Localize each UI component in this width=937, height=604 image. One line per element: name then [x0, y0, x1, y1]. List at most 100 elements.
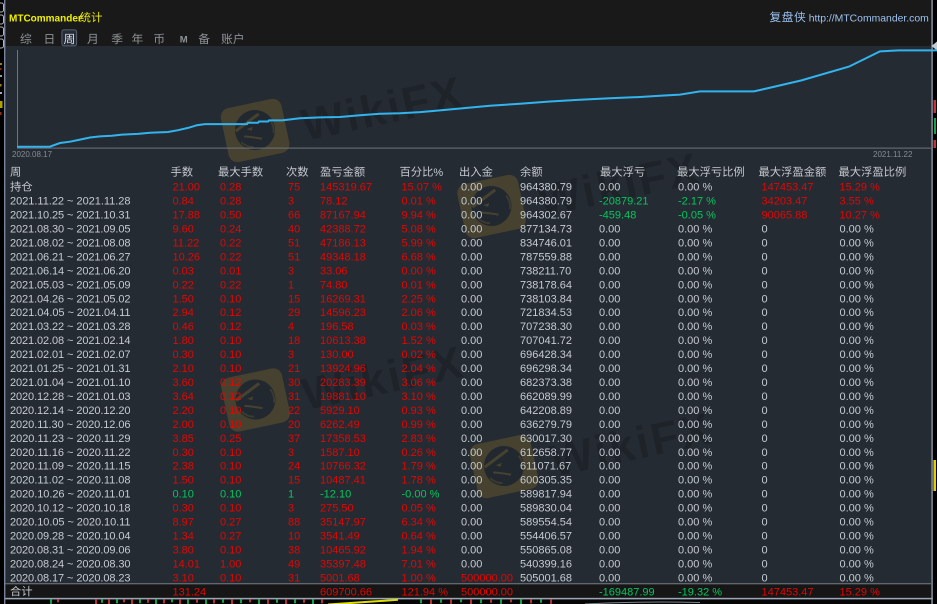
svg-text:0: 0 — [762, 238, 768, 250]
svg-text:2020.11.16 ~ 2020.11.22: 2020.11.16 ~ 2020.11.22 — [10, 447, 131, 459]
svg-text:738178.64: 738178.64 — [520, 279, 572, 291]
svg-text:0.00 %: 0.00 % — [678, 321, 712, 333]
svg-text:4: 4 — [288, 321, 294, 333]
svg-text:2020.11.30 ~ 2020.12.06: 2020.11.30 ~ 2020.12.06 — [10, 419, 131, 431]
svg-text:0.22: 0.22 — [173, 279, 194, 291]
svg-text:6262.49: 6262.49 — [320, 419, 360, 431]
svg-text:0.10: 0.10 — [220, 489, 241, 501]
svg-text:0.10: 0.10 — [220, 503, 241, 515]
svg-text:0.00: 0.00 — [599, 363, 620, 375]
svg-text:1: 1 — [288, 279, 294, 291]
svg-text:10.27 %: 10.27 % — [840, 210, 881, 222]
svg-text:0.00 %: 0.00 % — [840, 433, 874, 445]
svg-text:-169487.99: -169487.99 — [599, 586, 655, 598]
svg-text:11.22: 11.22 — [173, 238, 200, 250]
svg-text:3.85: 3.85 — [173, 433, 194, 445]
svg-text:0.00: 0.00 — [599, 433, 620, 445]
svg-text:0.00 %: 0.00 % — [678, 517, 712, 529]
svg-text:20: 20 — [288, 419, 300, 431]
svg-text:0.22: 0.22 — [220, 279, 241, 291]
svg-text:2021.06.14 ~ 2021.06.20: 2021.06.14 ~ 2021.06.20 — [10, 265, 131, 277]
svg-text:0: 0 — [762, 251, 768, 263]
svg-text:0.00: 0.00 — [599, 321, 620, 333]
svg-text:2021.11.22 ~ 2021.11.28: 2021.11.22 ~ 2021.11.28 — [10, 196, 131, 208]
svg-text:14.01: 14.01 — [173, 558, 201, 570]
svg-text:2020.10.05 ~ 2020.10.11: 2020.10.05 ~ 2020.10.11 — [10, 517, 131, 529]
svg-text:17.88: 17.88 — [173, 210, 201, 222]
svg-text:2.94: 2.94 — [173, 307, 194, 319]
svg-text:0.00 %: 0.00 % — [678, 293, 712, 305]
svg-text:2.10: 2.10 — [173, 363, 194, 375]
svg-text:0.00: 0.00 — [461, 363, 482, 375]
svg-text:0.10: 0.10 — [220, 475, 241, 487]
svg-text:0: 0 — [762, 489, 768, 501]
svg-text:0.93 %: 0.93 % — [402, 405, 436, 417]
svg-text:554406.57: 554406.57 — [520, 531, 572, 543]
svg-text:0: 0 — [762, 391, 768, 403]
svg-text:22: 22 — [288, 405, 300, 417]
svg-text:636279.79: 636279.79 — [520, 419, 572, 431]
svg-text:5.99 %: 5.99 % — [402, 238, 436, 250]
svg-text:0.30: 0.30 — [173, 447, 194, 459]
svg-text:589817.94: 589817.94 — [520, 489, 572, 501]
svg-text:30: 30 — [288, 377, 300, 389]
svg-text:1.00: 1.00 — [220, 558, 241, 570]
svg-text:0.00 %: 0.00 % — [840, 293, 874, 305]
svg-text:130.00: 130.00 — [320, 349, 354, 361]
svg-text:16269.31: 16269.31 — [320, 293, 366, 305]
svg-text:3541.49: 3541.49 — [320, 531, 360, 543]
svg-text:612658.77: 612658.77 — [520, 447, 572, 459]
svg-text:0.00: 0.00 — [599, 531, 620, 543]
svg-text:2020.11.09 ~ 2020.11.15: 2020.11.09 ~ 2020.11.15 — [10, 461, 131, 473]
svg-text:0: 0 — [762, 321, 768, 333]
svg-text:0.10: 0.10 — [220, 544, 241, 556]
svg-text:0.00: 0.00 — [461, 544, 482, 556]
svg-text:3: 3 — [288, 503, 294, 515]
svg-text:500000.00: 500000.00 — [461, 572, 513, 584]
svg-text:0.00: 0.00 — [599, 475, 620, 487]
svg-text:0: 0 — [762, 572, 768, 584]
svg-text:0.00 %: 0.00 % — [678, 182, 712, 194]
svg-text:0.00 %: 0.00 % — [840, 349, 874, 361]
svg-text:696298.34: 696298.34 — [520, 363, 572, 375]
svg-text:15: 15 — [288, 293, 300, 305]
svg-text:9.94 %: 9.94 % — [402, 210, 436, 222]
svg-text:0.00 %: 0.00 % — [840, 238, 874, 250]
svg-text:0.01 %: 0.01 % — [402, 196, 436, 208]
svg-text:10465.92: 10465.92 — [320, 544, 366, 556]
svg-text:0.10: 0.10 — [173, 489, 194, 501]
svg-text:0.00 %: 0.00 % — [678, 335, 712, 347]
svg-text:0.10: 0.10 — [220, 447, 241, 459]
svg-text:2021.10.25 ~ 2021.10.31: 2021.10.25 ~ 2021.10.31 — [10, 210, 131, 222]
svg-text:8.97: 8.97 — [173, 517, 194, 529]
svg-text:0.10: 0.10 — [220, 461, 241, 473]
svg-text:0.00: 0.00 — [461, 447, 482, 459]
svg-text:-20879.21: -20879.21 — [599, 196, 649, 208]
svg-text:0.10: 0.10 — [220, 363, 241, 375]
svg-text:0.00: 0.00 — [599, 238, 620, 250]
svg-text:1.80: 1.80 — [173, 335, 194, 347]
svg-text:707238.30: 707238.30 — [520, 321, 572, 333]
svg-text:0.00 %: 0.00 % — [840, 489, 874, 501]
svg-text:90065.88: 90065.88 — [762, 210, 808, 222]
svg-text:-12.10: -12.10 — [320, 489, 351, 501]
svg-text:2020.11.02 ~ 2020.11.08: 2020.11.02 ~ 2020.11.08 — [10, 475, 131, 487]
svg-text:-19.32 %: -19.32 % — [678, 586, 722, 598]
svg-text:0.00: 0.00 — [461, 461, 482, 473]
svg-text:1.50: 1.50 — [173, 293, 194, 305]
svg-text:0.00: 0.00 — [599, 224, 620, 236]
svg-text:2021.04.05 ~ 2021.04.11: 2021.04.05 ~ 2021.04.11 — [10, 307, 131, 319]
svg-text:787559.88: 787559.88 — [520, 251, 572, 263]
svg-text:0.00: 0.00 — [599, 419, 620, 431]
svg-text:0.00 %: 0.00 % — [840, 224, 874, 236]
svg-text:0.10: 0.10 — [220, 572, 241, 584]
svg-text:0.00: 0.00 — [461, 321, 482, 333]
svg-text:2.04 %: 2.04 % — [402, 363, 436, 375]
svg-text:0.00: 0.00 — [599, 349, 620, 361]
svg-text:2.38: 2.38 — [173, 461, 194, 473]
svg-text:0.30: 0.30 — [173, 349, 194, 361]
svg-text:0.10: 0.10 — [220, 293, 241, 305]
svg-text:0.00: 0.00 — [461, 405, 482, 417]
svg-text:37: 37 — [288, 433, 300, 445]
svg-text:10: 10 — [288, 531, 300, 543]
